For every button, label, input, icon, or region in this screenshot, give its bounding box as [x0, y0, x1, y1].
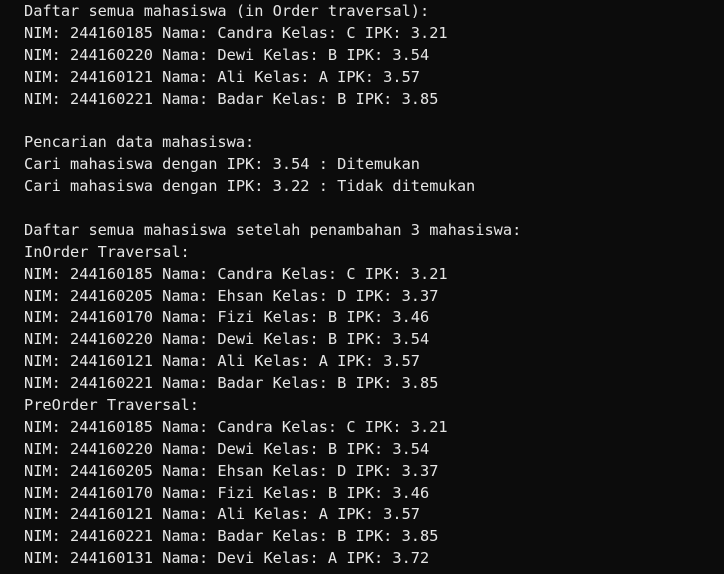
output-line: InOrder Traversal: [24, 242, 190, 261]
output-line: NIM: 244160121 Nama: Ali Kelas: A IPK: 3… [24, 505, 421, 524]
output-line: Daftar semua mahasiswa (in Order travers… [24, 2, 430, 20]
output-line: NIM: 244160121 Nama: Ali Kelas: A IPK: 3… [24, 67, 421, 86]
output-line: NIM: 244160221 Nama: Badar Kelas: B IPK:… [24, 374, 439, 393]
output-line: NIM: 244160185 Nama: Candra Kelas: C IPK… [24, 264, 448, 283]
output-line: PreOrder Traversal: [24, 396, 199, 415]
output-line: NIM: 244160170 Nama: Fizi Kelas: B IPK: … [24, 308, 430, 327]
output-line: NIM: 244160205 Nama: Ehsan Kelas: D IPK:… [24, 286, 439, 305]
output-line: NIM: 244160185 Nama: Candra Kelas: C IPK… [24, 23, 448, 42]
output-line: NIM: 244160205 Nama: Ehsan Kelas: D IPK:… [24, 461, 439, 480]
output-line: NIM: 244160221 Nama: Badar Kelas: B IPK:… [24, 527, 439, 546]
output-line: NIM: 244160220 Nama: Dewi Kelas: B IPK: … [24, 330, 430, 349]
output-line: Cari mahasiswa dengan IPK: 3.22 : Tidak … [24, 177, 476, 196]
output-line: NIM: 244160220 Nama: Dewi Kelas: B IPK: … [24, 45, 430, 64]
output-line: NIM: 244160170 Nama: Fizi Kelas: B IPK: … [24, 483, 430, 502]
terminal-output[interactable]: Daftar semua mahasiswa (in Order travers… [0, 0, 724, 574]
output-line: NIM: 244160220 Nama: Dewi Kelas: B IPK: … [24, 439, 430, 458]
output-line: NIM: 244160121 Nama: Ali Kelas: A IPK: 3… [24, 352, 421, 371]
output-line: Cari mahasiswa dengan IPK: 3.54 : Ditemu… [24, 155, 421, 174]
output-line: NIM: 244160221 Nama: Badar Kelas: B IPK:… [24, 89, 439, 108]
output-line: NIM: 244160131 Nama: Devi Kelas: A IPK: … [24, 549, 430, 568]
output-line: Daftar semua mahasiswa setelah penambaha… [24, 220, 522, 239]
output-line: NIM: 244160185 Nama: Candra Kelas: C IPK… [24, 417, 448, 436]
output-line: Pencarian data mahasiswa: [24, 133, 255, 152]
